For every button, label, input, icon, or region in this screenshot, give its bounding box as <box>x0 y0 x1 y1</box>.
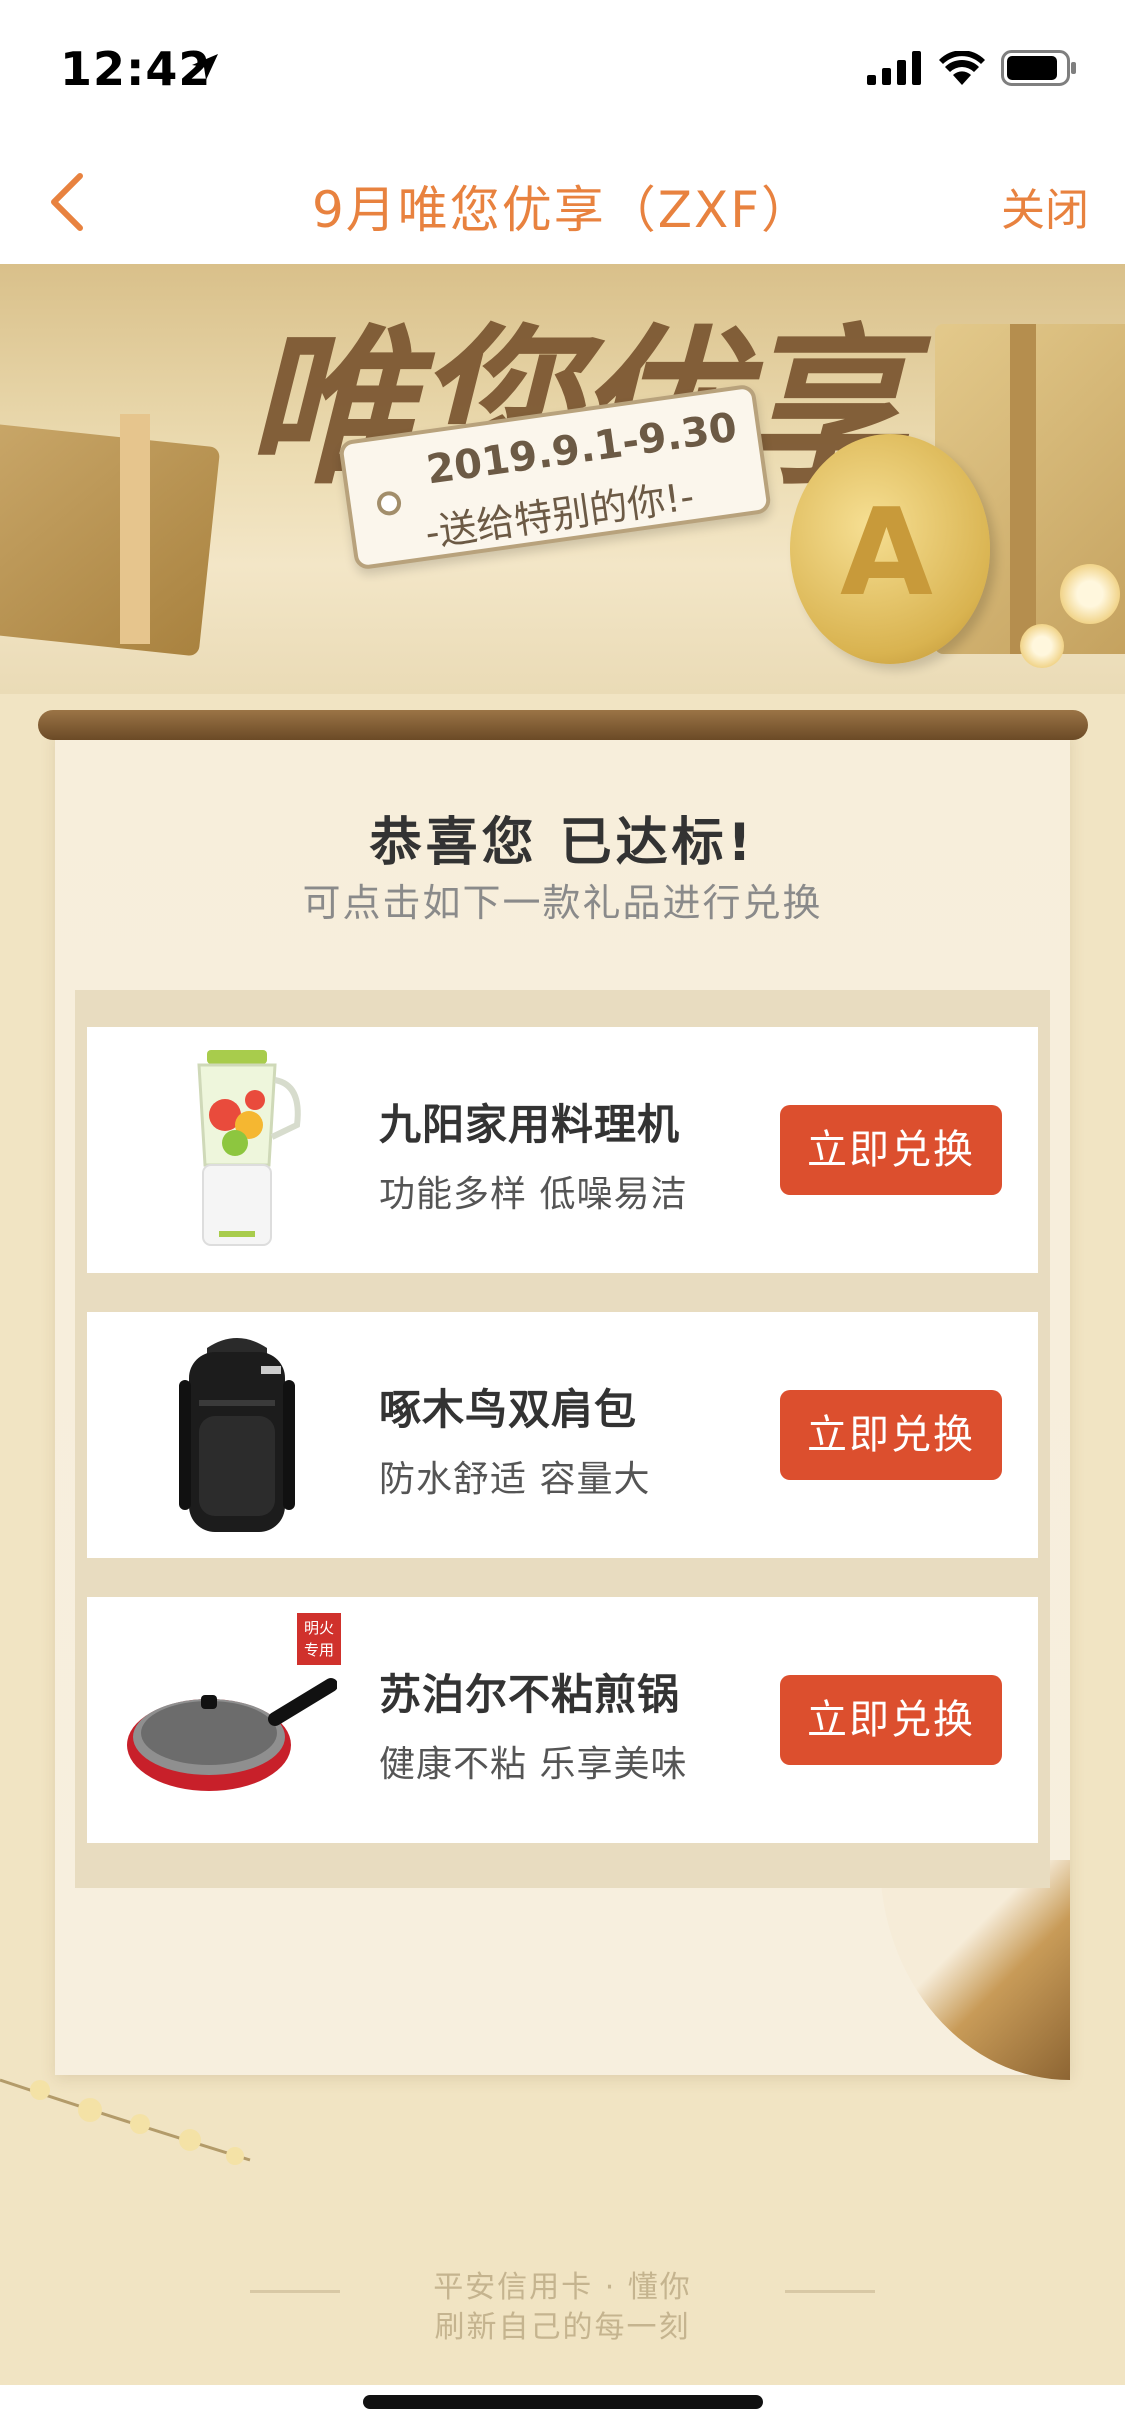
redeem-button[interactable]: 立即兑换 <box>780 1105 1002 1195</box>
gift-name: 九阳家用料理机 <box>379 1100 681 1149</box>
gift-list: 九阳家用料理机 功能多样 低噪易洁 立即兑换 啄木鸟双肩包 防水舒适 容量大 立… <box>75 990 1050 1888</box>
redeem-button[interactable]: 立即兑换 <box>780 1675 1002 1765</box>
flower-decoration <box>1020 624 1064 668</box>
backpack-icon <box>179 1338 295 1532</box>
gift-name: 啄木鸟双肩包 <box>379 1385 638 1434</box>
ribbon-image <box>1010 324 1036 654</box>
bottom-strip <box>0 2385 1125 2436</box>
page-title: 9月唯您优享（ZXF） <box>311 181 814 239</box>
gift-item: 啄木鸟双肩包 防水舒适 容量大 立即兑换 <box>87 1312 1038 1558</box>
coin-image: A <box>790 434 990 664</box>
redeem-button[interactable]: 立即兑换 <box>780 1390 1002 1480</box>
blender-icon <box>197 1050 301 1246</box>
gift-desc: 防水舒适 容量大 <box>379 1459 651 1500</box>
scroll-rod <box>38 710 1088 740</box>
gift-desc: 健康不粘 乐享美味 <box>379 1744 688 1785</box>
gift-box-image <box>0 421 221 657</box>
gift-name: 苏泊尔不粘煎锅 <box>379 1670 681 1719</box>
tag-hole <box>375 489 403 517</box>
open-flame-badge: 明火专用 <box>297 1613 341 1665</box>
location-arrow-icon <box>192 54 218 80</box>
home-indicator[interactable] <box>363 2395 763 2409</box>
close-button[interactable]: 关闭 <box>1001 174 1089 238</box>
footer-brand: 平安信用卡 · 懂你 <box>433 2270 692 2305</box>
wifi-icon <box>939 51 985 85</box>
status-indicators <box>867 50 1077 86</box>
battery-icon <box>1001 50 1076 86</box>
signal-icon <box>867 51 921 85</box>
gift-item: 九阳家用料理机 功能多样 低噪易洁 立即兑换 <box>87 1027 1038 1273</box>
gift-desc: 功能多样 低噪易洁 <box>379 1174 688 1215</box>
nav-bar: 9月唯您优享（ZXF） 关闭 <box>0 140 1125 264</box>
footer-tagline: 刷新自己的每一刻 <box>434 2310 691 2345</box>
promo-banner: 唯您优享 2019.9.1-9.30 -送给特别的你!- A <box>0 264 1125 694</box>
coin-logo: A <box>840 484 933 623</box>
ribbon-image <box>120 414 150 644</box>
back-chevron-icon[interactable] <box>40 170 100 234</box>
congrats-heading: 恭喜您 已达标! <box>369 813 756 873</box>
flower-decoration <box>1060 564 1120 624</box>
gift-item: 明火专用 苏泊尔不粘煎锅 健康不粘 乐享美味 立即兑换 <box>87 1597 1038 1843</box>
status-time: 12:42 <box>60 42 212 96</box>
status-bar: 12:42 <box>0 0 1125 140</box>
congrats-subtitle: 可点击如下一款礼品进行兑换 <box>302 881 823 925</box>
flower-branch-decoration <box>0 2078 251 2165</box>
